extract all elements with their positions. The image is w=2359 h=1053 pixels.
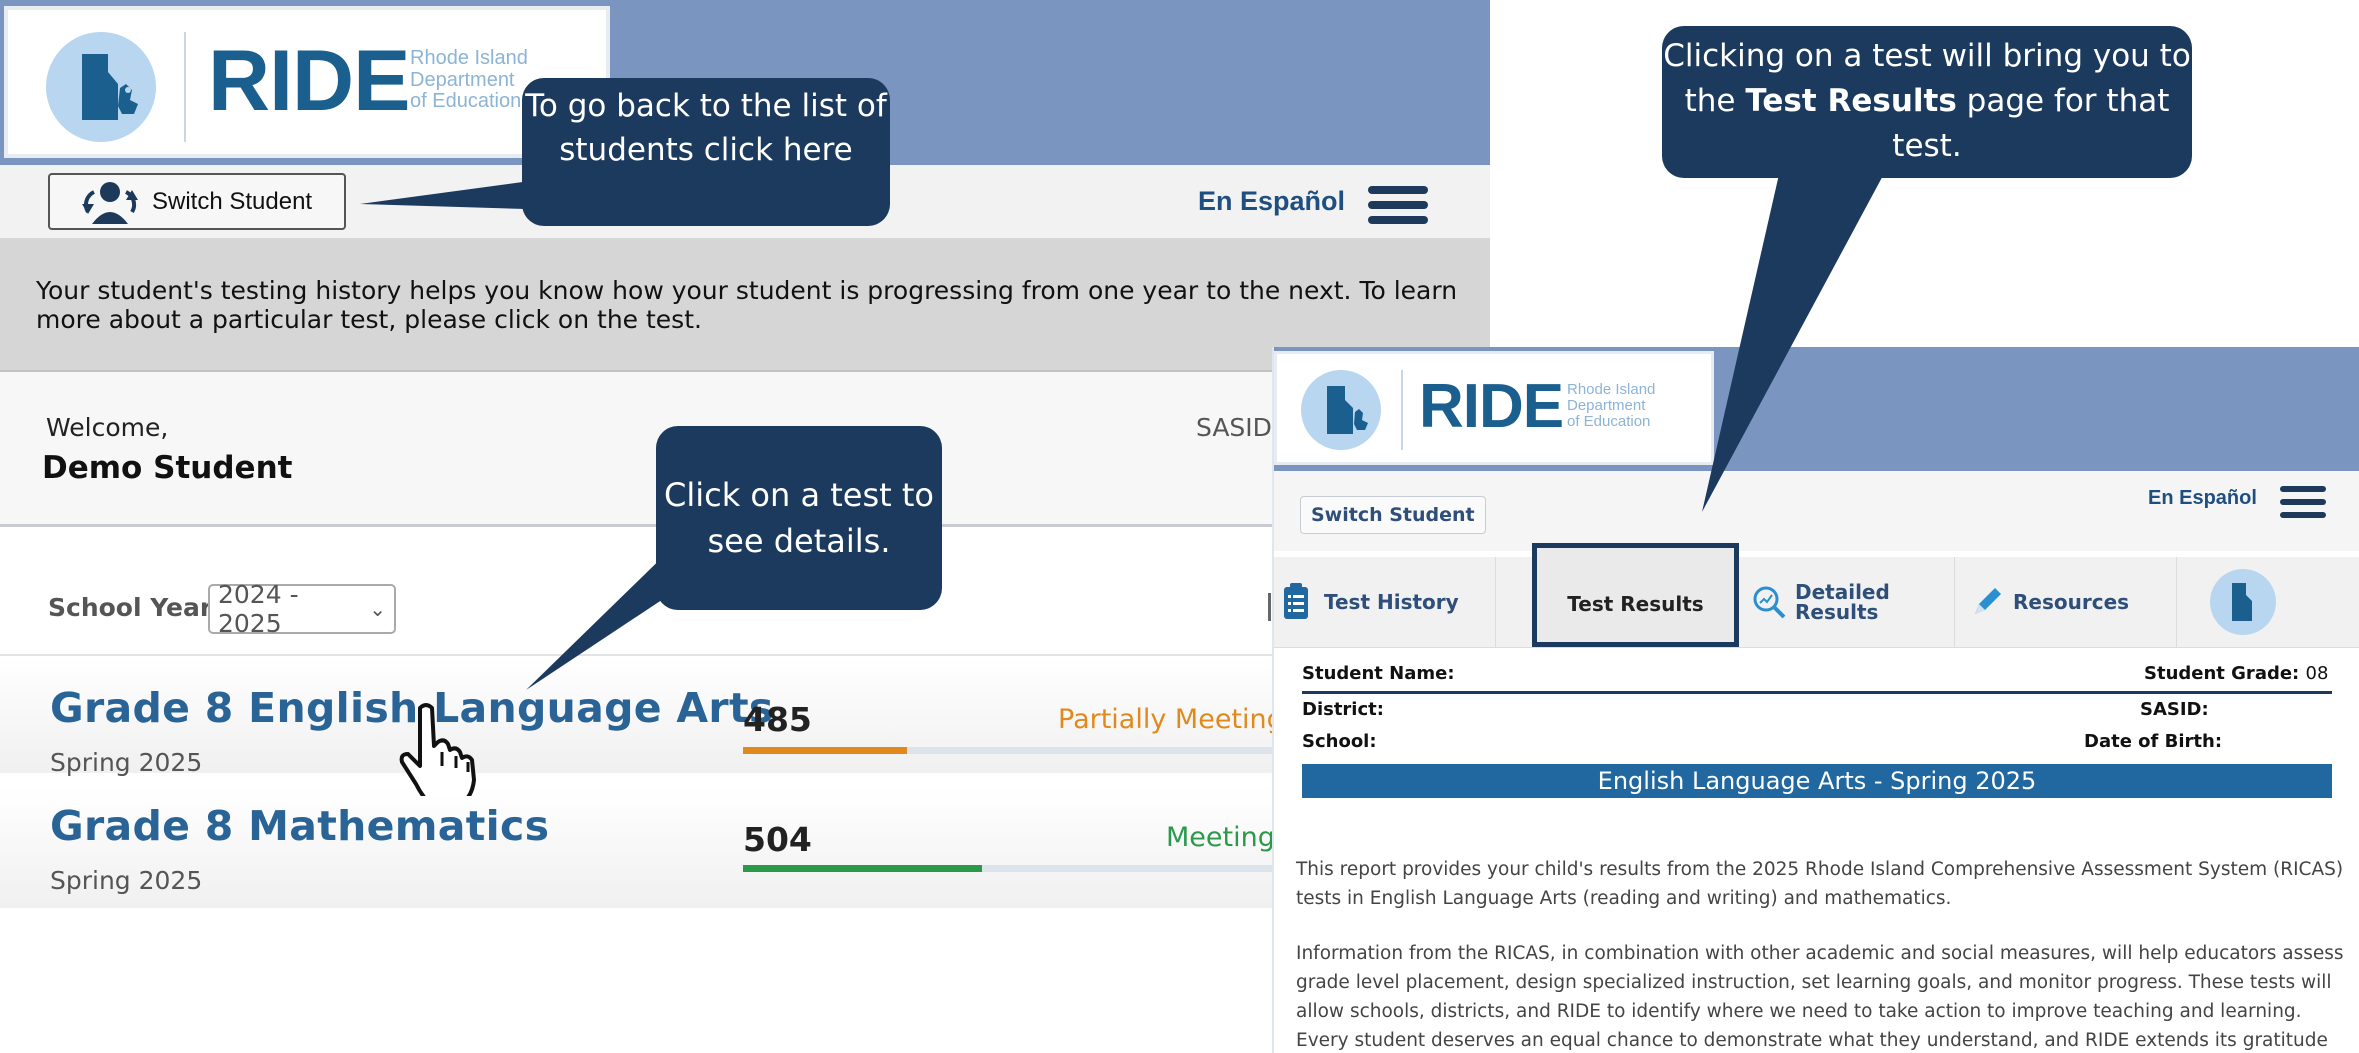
- callout-test-results: Clicking on a test will bring you to the…: [1662, 26, 2192, 178]
- callout-click-test: Click on a test to see details.: [656, 426, 942, 610]
- pointer-results: [1702, 170, 1886, 512]
- callout-go-back: To go back to the list of students click…: [522, 78, 890, 226]
- callout-text-bold: Test Results: [1745, 83, 1957, 119]
